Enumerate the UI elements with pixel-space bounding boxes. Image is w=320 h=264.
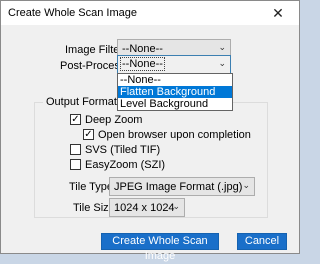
post-process-option-flatten[interactable]: Flatten Background: [118, 86, 232, 98]
post-process-dropdown: --None-- Flatten Background Level Backgr…: [117, 73, 233, 111]
chevron-down-icon: ⌄: [218, 42, 226, 52]
easyzoom-label[interactable]: EasyZoom (SZI): [85, 159, 165, 171]
post-process-select[interactable]: --None-- ⌄: [117, 55, 231, 74]
image-filter-value: --None--: [122, 43, 163, 55]
post-process-option-level[interactable]: Level Background: [118, 98, 232, 110]
tile-type-select[interactable]: JPEG Image Format (.jpg) ⌄: [109, 177, 255, 196]
svs-checkbox[interactable]: [70, 144, 81, 155]
tile-size-value: 1024 x 1024: [114, 202, 175, 214]
create-whole-scan-button[interactable]: Create Whole Scan Image: [101, 233, 219, 262]
tile-size-select[interactable]: 1024 x 1024 ⌄: [109, 198, 185, 217]
chevron-down-icon: ⌄: [242, 180, 250, 190]
post-process-option-none[interactable]: --None--: [118, 74, 232, 86]
window-title: Create Whole Scan Image: [8, 7, 138, 19]
open-browser-checkbox[interactable]: ✓: [83, 129, 94, 140]
post-process-label: Post-Process: [60, 60, 126, 72]
open-browser-label[interactable]: Open browser upon completion: [98, 129, 251, 141]
chevron-down-icon: ⌄: [218, 58, 226, 68]
deep-zoom-label[interactable]: Deep Zoom: [85, 114, 142, 126]
svs-label[interactable]: SVS (Tiled TIF): [85, 144, 160, 156]
image-filter-label: Image Filter: [65, 44, 124, 56]
check-icon: ✓: [71, 114, 80, 125]
create-whole-scan-dialog: Create Whole Scan Image ✕ Image Filter -…: [0, 0, 300, 262]
post-process-value: --None--: [120, 57, 165, 71]
tile-type-label: Tile Type: [69, 181, 114, 193]
cancel-button[interactable]: Cancel: [237, 233, 287, 250]
deep-zoom-checkbox[interactable]: ✓: [70, 114, 81, 125]
close-button[interactable]: ✕: [257, 1, 299, 25]
tile-type-value: JPEG Image Format (.jpg): [114, 181, 243, 193]
output-formats-title: Output Formats: [43, 96, 126, 108]
chevron-down-icon: ⌄: [172, 201, 180, 211]
easyzoom-checkbox[interactable]: [70, 159, 81, 170]
close-icon: ✕: [272, 4, 284, 21]
title-bar: Create Whole Scan Image ✕: [1, 1, 299, 25]
check-icon: ✓: [84, 129, 93, 140]
